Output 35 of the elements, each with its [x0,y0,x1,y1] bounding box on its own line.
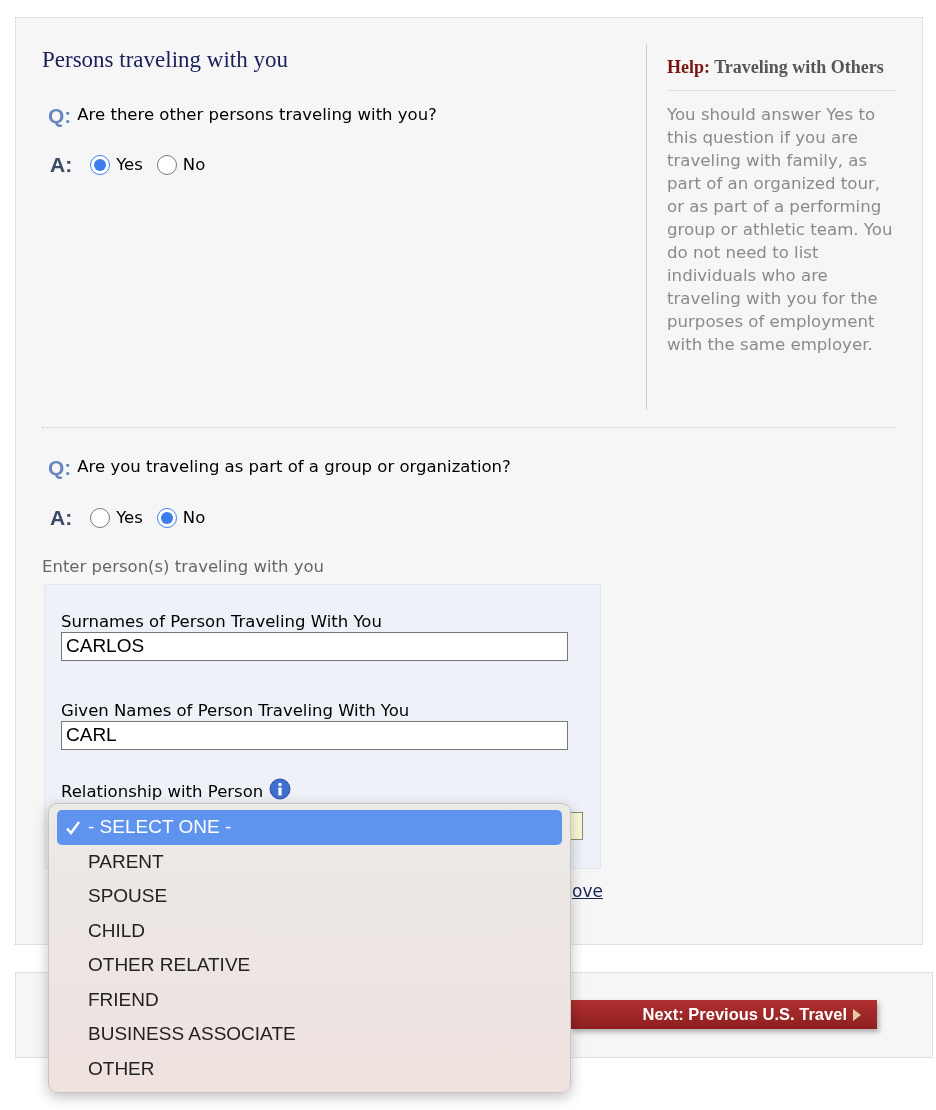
radio-button[interactable] [156,155,177,176]
option-label: No [182,506,206,529]
answer-marker: A: [50,504,73,531]
question-marker: Q: [48,102,72,129]
question-text: Are you traveling as part of a group or organization? [77,456,511,479]
text-field[interactable]: CARLOS [61,631,568,661]
option-label: Yes [116,154,143,177]
check-icon [65,820,81,836]
answer-marker: A: [50,152,73,179]
help-text: You should answer Yes to this question if you are traveling with family, as part of an organized tour, or as part of a performing group or athletic team. You do not need to list individuals who are traveling with you for the purposes of employment with the same employer. [667,104,894,356]
question-marker: Q: [48,455,72,481]
radio-button[interactable] [156,507,177,528]
field-label: Surnames of Person Traveling With You [61,611,383,632]
menu-item[interactable]: CHILD [57,913,562,948]
section-label: Enter person(s) traveling with you [42,556,325,578]
menu-item[interactable]: FRIEND [57,982,562,1017]
field-label: Relationship with Person [61,781,264,802]
arrow-icon [853,1008,861,1021]
help-title: Help: Traveling with Others [667,56,896,91]
menu-item[interactable]: OTHER RELATIVE [57,948,562,983]
menu-item[interactable]: PARENT [57,844,562,879]
remove-link[interactable]: ove [572,880,603,901]
info-icon[interactable] [269,777,292,800]
menu-item[interactable]: SPOUSE [57,879,562,914]
menu-item[interactable]: OTHER [57,1051,562,1086]
section-title: Persons traveling with you [42,46,289,74]
field-label: Given Names of Person Traveling With You [61,700,411,721]
radio-button[interactable] [90,507,111,528]
option-label: No [182,154,206,177]
next-button[interactable]: Next: Previous U.S. Travel [571,1000,877,1029]
menu-item[interactable]: BUSINESS ASSOCIATE [57,1017,562,1052]
option-label: Yes [116,506,143,529]
text-field[interactable]: CARL [61,720,568,750]
radio-button[interactable] [90,155,111,176]
question-text: Are there other persons traveling with you? [77,103,437,126]
